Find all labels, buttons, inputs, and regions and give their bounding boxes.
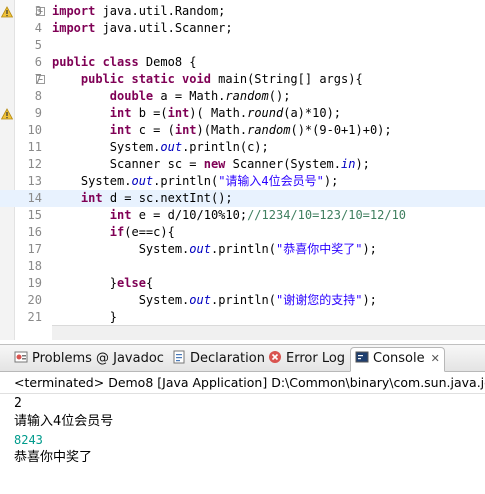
code-line[interactable]: 18 — [0, 258, 485, 275]
tab-console[interactable]: Console ✕ — [350, 347, 445, 372]
console-icon — [355, 350, 369, 364]
editor-horizontal-scrollbar[interactable] — [52, 325, 485, 340]
tab-error-log[interactable]: Error Log — [268, 348, 345, 370]
code-line[interactable]: 13 System.out.println("请输入4位会员号"); — [0, 173, 485, 190]
line-number: 7 — [34, 72, 42, 86]
line-number: 20 — [27, 293, 42, 307]
code-text: System.out.println("谢谢您的支持"); — [52, 293, 377, 307]
code-line[interactable]: 15 int e = d/10/10%10;//1234/10=123/10=1… — [0, 207, 485, 224]
code-line[interactable]: 11 System.out.println(c); — [0, 139, 485, 156]
code-line[interactable]: 5 — [0, 37, 485, 54]
line-number: 9 — [34, 106, 42, 120]
code-line[interactable]: 17 System.out.println("恭喜你中奖了"); — [0, 241, 485, 258]
code-text: public class Demo8 { — [52, 55, 197, 69]
code-text: System.out.println(c); — [52, 140, 269, 154]
views-panel: Problems @ Javadoc Declaration Error Log… — [0, 344, 485, 494]
tab-label: Console — [373, 351, 425, 366]
code-text: } — [52, 310, 118, 324]
code-text: import java.util.Random; — [52, 4, 226, 18]
views-tab-bar: Problems @ Javadoc Declaration Error Log… — [0, 345, 485, 372]
line-number: 14 — [27, 191, 42, 205]
tab-label: Error Log — [286, 351, 346, 366]
tab-declaration[interactable]: Declaration — [172, 348, 265, 370]
code-text: System.out.println("恭喜你中奖了"); — [52, 242, 377, 256]
line-number: 3 — [34, 4, 42, 18]
declaration-icon — [172, 350, 186, 364]
code-line[interactable]: 10 int c = (int)(Math.random()*(9-0+1)+0… — [0, 122, 485, 139]
console-output-line: 恭喜你中奖了 — [14, 450, 93, 465]
code-text: import java.util.Scanner; — [52, 21, 233, 35]
line-number: 19 — [27, 276, 42, 290]
code-editor[interactable]: +3 import java.util.Random; 4 import java.u… — [0, 0, 485, 340]
warning-icon[interactable] — [0, 108, 14, 120]
code-line[interactable]: 20 System.out.println("谢谢您的支持"); — [0, 292, 485, 309]
code-line[interactable]: 6 public class Demo8 { — [0, 54, 485, 71]
code-text: Scanner sc = new Scanner(System.in); — [52, 157, 370, 171]
console-user-input: 8243 — [14, 433, 43, 447]
console-output[interactable]: 2 请输入4位会员号 8243 恭喜你中奖了 — [0, 395, 485, 494]
tab-label: Declaration — [190, 351, 265, 366]
code-line[interactable]: 9 int b =(int)( Math.round(a)*10); — [0, 105, 485, 122]
line-number: 8 — [34, 89, 42, 103]
code-text: }else{ — [52, 276, 154, 290]
code-line[interactable]: 19 }else{ — [0, 275, 485, 292]
code-line[interactable]: −7 public static void main(String[] args… — [0, 71, 485, 88]
line-number: 5 — [34, 38, 42, 52]
code-text: double a = Math.random(); — [109, 89, 291, 103]
code-line[interactable]: 21 } — [0, 309, 485, 326]
line-number: 4 — [34, 21, 42, 35]
console-output-line: 请输入4位会员号 — [14, 414, 114, 429]
code-text: if(e==c){ — [109, 225, 175, 239]
error-log-icon — [268, 350, 282, 364]
code-line[interactable]: 4 import java.util.Scanner; — [0, 20, 485, 37]
line-number: 17 — [27, 242, 42, 256]
line-number: 6 — [34, 55, 42, 69]
tab-label: Problems — [32, 351, 92, 366]
code-text: int d = sc.nextInt(); — [80, 191, 233, 205]
code-text: int e = d/10/10%10;//1234/10=123/10=12/1… — [109, 208, 407, 222]
tab-label: @ Javadoc — [96, 351, 164, 366]
warning-icon[interactable] — [0, 6, 14, 18]
code-text: System.out.println("请输入4位会员号"); — [52, 174, 339, 188]
line-number: 11 — [27, 140, 42, 154]
console-output-line: 2 — [14, 396, 22, 411]
code-line[interactable]: 8 double a = Math.random(); — [0, 88, 485, 105]
close-icon[interactable]: ✕ — [431, 352, 440, 365]
line-number: 12 — [27, 157, 42, 171]
code-text: int b =(int)( Math.round(a)*10); — [109, 106, 342, 120]
line-number: 10 — [27, 123, 42, 137]
code-line[interactable]: 16 if(e==c){ — [0, 224, 485, 241]
code-line[interactable]: 14 int d = sc.nextInt(); — [0, 190, 485, 207]
line-number: 16 — [27, 225, 42, 239]
tab-problems[interactable]: Problems — [14, 348, 92, 370]
code-line[interactable]: 12 Scanner sc = new Scanner(System.in); — [0, 156, 485, 173]
line-number: 15 — [27, 208, 42, 222]
console-title: <terminated> Demo8 [Java Application] D:… — [0, 372, 485, 394]
problems-icon — [14, 350, 28, 364]
code-text: public static void main(String[] args){ — [80, 72, 363, 86]
line-number: 21 — [27, 310, 42, 324]
line-number: 13 — [27, 174, 42, 188]
tab-javadoc[interactable]: @ Javadoc — [96, 348, 164, 370]
code-line[interactable]: +3 import java.util.Random; — [0, 3, 485, 20]
code-text: int c = (int)(Math.random()*(9-0+1)+0); — [109, 123, 392, 137]
line-number: 18 — [27, 259, 42, 273]
